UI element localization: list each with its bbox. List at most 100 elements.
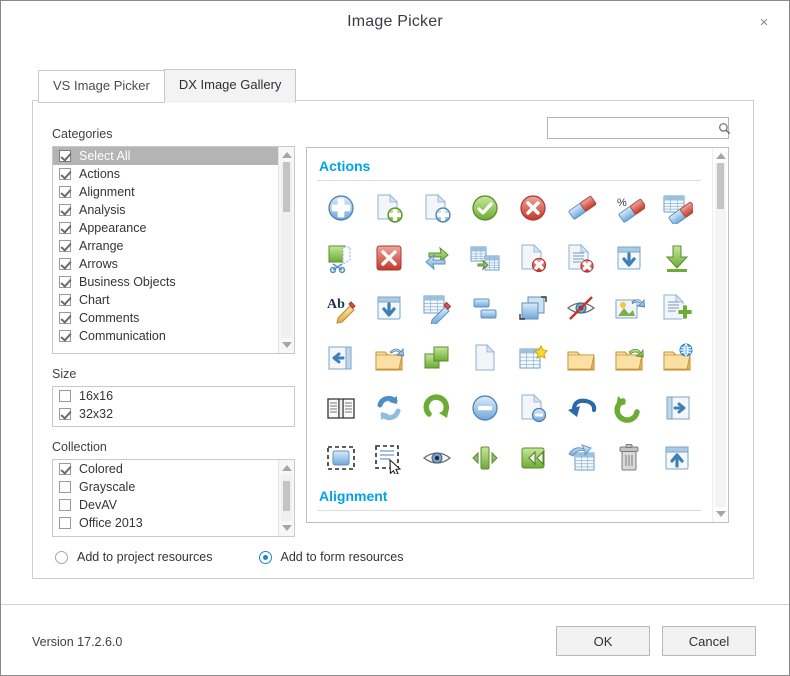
- size-listbox[interactable]: 16x16 32x32: [52, 386, 295, 427]
- category-item-row[interactable]: Alignment: [53, 183, 278, 201]
- download-window-icon[interactable]: [605, 238, 653, 278]
- scroll-thumb[interactable]: [717, 163, 724, 209]
- swap-table-icon[interactable]: [557, 438, 605, 478]
- trash-bin-icon[interactable]: [605, 438, 653, 478]
- refresh-circle-green-icon[interactable]: [413, 388, 461, 428]
- collection-item-row[interactable]: Grayscale: [53, 478, 278, 496]
- show-eye-icon[interactable]: [413, 438, 461, 478]
- checkbox-icon[interactable]: [59, 150, 71, 162]
- open-book-icon[interactable]: [317, 388, 365, 428]
- collection-item-row[interactable]: DevAV: [53, 496, 278, 514]
- cancel-button[interactable]: Cancel: [662, 626, 756, 656]
- category-item-row[interactable]: Arrows: [53, 255, 278, 273]
- checkbox-icon[interactable]: [59, 517, 71, 529]
- categories-listbox[interactable]: Select All Actions Alignment Analysis Appear…: [52, 146, 295, 354]
- collection-scrollbar[interactable]: [278, 460, 294, 536]
- new-blank-document-icon[interactable]: [461, 338, 509, 378]
- size-item-row[interactable]: 16x16: [53, 387, 294, 405]
- open-folder-icon[interactable]: [557, 338, 605, 378]
- convert-arrows-icon[interactable]: [413, 238, 461, 278]
- category-item-row[interactable]: Comments: [53, 309, 278, 327]
- reset-arrow-green-icon[interactable]: [605, 388, 653, 428]
- scroll-thumb[interactable]: [283, 162, 290, 212]
- remove-document-icon[interactable]: [509, 388, 557, 428]
- scroll-down-icon[interactable]: [279, 521, 294, 535]
- open-folder-web-icon[interactable]: [653, 338, 701, 378]
- previous-page-book-icon[interactable]: [317, 338, 365, 378]
- select-content-icon[interactable]: [365, 438, 413, 478]
- checkbox-icon[interactable]: [59, 390, 71, 402]
- undo-arrow-icon[interactable]: [557, 388, 605, 428]
- checkbox-icon[interactable]: [59, 463, 71, 475]
- export-image-icon[interactable]: [605, 288, 653, 328]
- new-document-add-icon[interactable]: [365, 188, 413, 228]
- bring-to-front-icon[interactable]: [509, 288, 557, 328]
- scroll-down-icon[interactable]: [713, 507, 728, 521]
- new-table-star-icon[interactable]: [509, 338, 557, 378]
- scroll-down-icon[interactable]: [279, 338, 294, 352]
- categories-scrollbar[interactable]: [278, 147, 294, 353]
- checkbox-icon[interactable]: [59, 499, 71, 511]
- scroll-up-icon[interactable]: [713, 149, 728, 163]
- document-add-blue-icon[interactable]: [413, 188, 461, 228]
- merge-shapes-green-icon[interactable]: [413, 338, 461, 378]
- cancel-cross-red-icon[interactable]: [509, 188, 557, 228]
- expand-horizontal-icon[interactable]: [509, 438, 557, 478]
- clear-table-formatting-icon[interactable]: [653, 188, 701, 228]
- icon-gallery[interactable]: Actions % Ab Alignment: [306, 147, 729, 523]
- category-item-row[interactable]: Actions: [53, 165, 278, 183]
- apply-check-green-icon[interactable]: [461, 188, 509, 228]
- tab-dx-image-gallery[interactable]: DX Image Gallery: [163, 69, 297, 103]
- category-item-row[interactable]: Chart: [53, 291, 278, 309]
- checkbox-icon[interactable]: [59, 312, 71, 324]
- collection-listbox[interactable]: Colored Grayscale DevAV Office 2013: [52, 459, 295, 537]
- checkbox-icon[interactable]: [59, 481, 71, 493]
- checkbox-icon[interactable]: [59, 204, 71, 216]
- expand-window-down-icon[interactable]: [365, 288, 413, 328]
- checkbox-icon[interactable]: [59, 186, 71, 198]
- open-folder-export-icon[interactable]: [365, 338, 413, 378]
- remove-minus-circle-icon[interactable]: [461, 388, 509, 428]
- convert-to-table-icon[interactable]: [461, 238, 509, 278]
- add-list-item-icon[interactable]: [653, 288, 701, 328]
- radio-indicator[interactable]: [258, 550, 272, 564]
- edit-text-ab-icon[interactable]: Ab: [317, 288, 365, 328]
- search-icon[interactable]: [718, 118, 731, 138]
- delete-text-document-icon[interactable]: [557, 238, 605, 278]
- checkbox-icon[interactable]: [59, 276, 71, 288]
- checkbox-icon[interactable]: [59, 258, 71, 270]
- refresh-sync-blue-icon[interactable]: [365, 388, 413, 428]
- edit-table-pencil-icon[interactable]: [413, 288, 461, 328]
- scroll-up-icon[interactable]: [279, 461, 294, 475]
- category-item-row[interactable]: Analysis: [53, 201, 278, 219]
- radio-add-to-form-resources[interactable]: Add to form resources: [258, 550, 403, 564]
- open-folder-back-icon[interactable]: [605, 338, 653, 378]
- group-shapes-icon[interactable]: [461, 288, 509, 328]
- delete-document-icon[interactable]: [509, 238, 557, 278]
- size-item-row[interactable]: 32x32: [53, 405, 294, 423]
- clear-format-percent-icon[interactable]: %: [605, 188, 653, 228]
- hide-eye-crossed-icon[interactable]: [557, 288, 605, 328]
- scroll-up-icon[interactable]: [279, 148, 294, 162]
- search-box[interactable]: [547, 117, 731, 139]
- next-page-book-icon[interactable]: [653, 388, 701, 428]
- checkbox-icon[interactable]: [59, 222, 71, 234]
- radio-indicator[interactable]: [55, 550, 68, 564]
- scroll-track[interactable]: [281, 475, 292, 521]
- collection-item-row[interactable]: Office 2013: [53, 514, 278, 532]
- category-item-row[interactable]: Select All: [53, 147, 278, 165]
- category-item-row[interactable]: Appearance: [53, 219, 278, 237]
- scroll-thumb[interactable]: [283, 481, 290, 511]
- checkbox-icon[interactable]: [59, 240, 71, 252]
- checkbox-icon[interactable]: [59, 294, 71, 306]
- checkbox-icon[interactable]: [59, 168, 71, 180]
- tab-vs-image-picker[interactable]: VS Image Picker: [38, 70, 165, 103]
- collapse-horizontal-icon[interactable]: [461, 438, 509, 478]
- eraser-icon[interactable]: [557, 188, 605, 228]
- checkbox-icon[interactable]: [59, 330, 71, 342]
- add-circle-blue-icon[interactable]: [317, 188, 365, 228]
- category-item-row[interactable]: Communication: [53, 327, 278, 345]
- scroll-track[interactable]: [281, 162, 292, 338]
- cut-green-icon[interactable]: [317, 238, 365, 278]
- collection-item-row[interactable]: Colored: [53, 460, 278, 478]
